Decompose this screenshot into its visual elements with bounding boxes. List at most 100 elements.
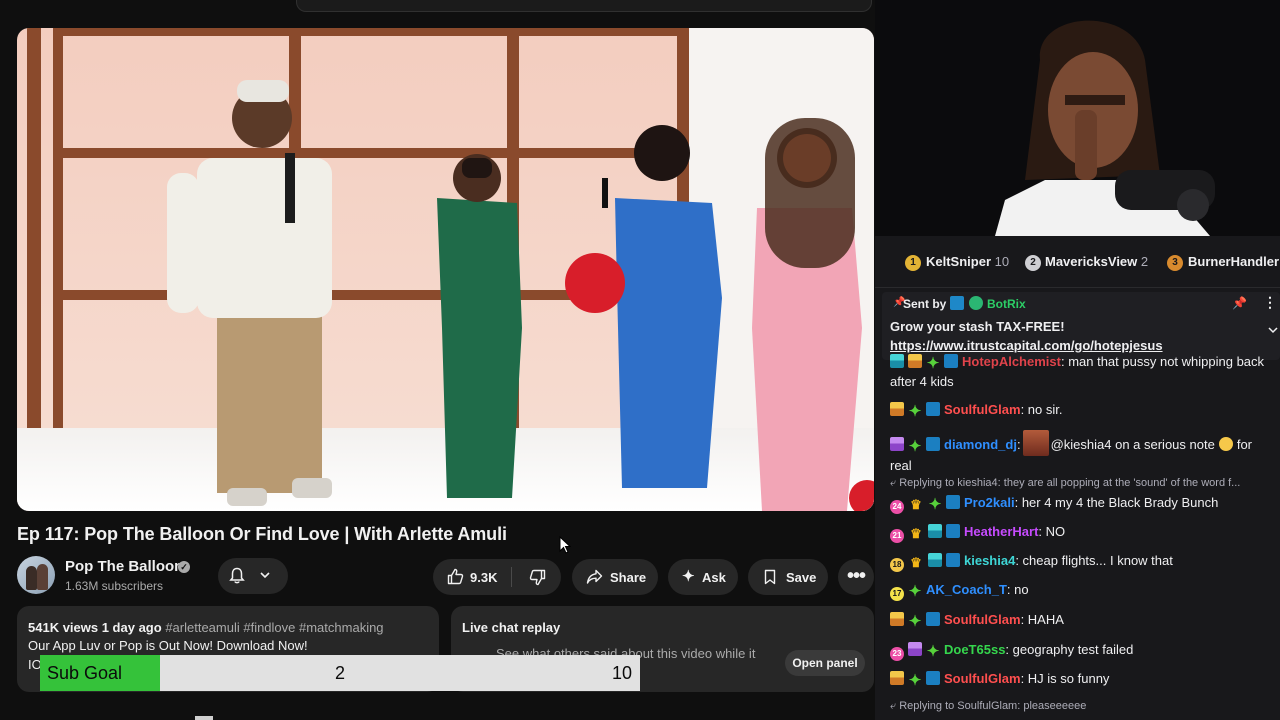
- share-button[interactable]: Share: [572, 559, 658, 595]
- open-panel-button[interactable]: Open panel: [785, 650, 865, 676]
- video-frame: [17, 28, 874, 511]
- more-vertical-icon[interactable]: ⋮: [1263, 294, 1277, 311]
- channel-name[interactable]: Pop The Balloon: [65, 558, 183, 575]
- moderator-badge-icon: [926, 612, 940, 626]
- thumbs-down-icon[interactable]: [529, 569, 546, 586]
- chat-text: : no sir.: [1020, 402, 1063, 417]
- chat-username[interactable]: Pro2kali: [964, 495, 1015, 510]
- rank-2-badge: 2: [1025, 255, 1041, 271]
- chat-text: : cheap flights... I know that: [1015, 553, 1173, 568]
- chat-username[interactable]: diamond_dj: [944, 437, 1017, 452]
- crown-badge-icon: ♛: [910, 497, 922, 512]
- leaderboard-entry[interactable]: BurnerHandler: [1188, 254, 1279, 269]
- thumbs-up-icon[interactable]: [447, 568, 464, 585]
- webcam-frame: [875, 0, 1280, 236]
- subscription-bell-button[interactable]: [218, 558, 288, 594]
- chat-username[interactable]: SoulfulGlam: [944, 402, 1021, 417]
- sparkle-badge-icon: ✦: [908, 438, 922, 455]
- chat-message-list[interactable]: ✦ HotepAlchemist: man that pussy not whip…: [875, 354, 1280, 720]
- leaderboard-entry[interactable]: KeltSniper 10: [926, 254, 1009, 269]
- top-bar: [0, 0, 875, 14]
- chat-username[interactable]: SoulfulGlam: [944, 671, 1021, 686]
- moderator-badge-icon: [926, 437, 940, 451]
- leaderboard-count: 10: [994, 254, 1010, 269]
- video-title: Ep 117: Pop The Balloon Or Find Love | W…: [17, 524, 507, 544]
- pinned-message-link[interactable]: https://www.itrustcapital.com/go/hotepje…: [890, 338, 1163, 353]
- chat-text: : HJ is so funny: [1020, 671, 1110, 686]
- pinned-author[interactable]: BotRix: [987, 297, 1026, 311]
- reply-context[interactable]: ⤶ Replying to SoulfulGlam: pleaseeeeee: [890, 700, 1086, 713]
- hashtags[interactable]: #arletteamuli #findlove #matchmaking: [165, 620, 383, 635]
- chat-username[interactable]: AK_Coach_T: [926, 582, 1007, 597]
- video-player[interactable]: [17, 28, 874, 511]
- sparkle-badge-icon: ✦: [926, 355, 940, 372]
- sub-gift-badge-icon: [890, 354, 904, 368]
- moderator-badge-icon: [950, 296, 964, 310]
- like-count[interactable]: 9.3K: [470, 570, 497, 585]
- sub-goal-target: 10: [611, 663, 632, 683]
- more-actions-button[interactable]: •••: [838, 559, 874, 595]
- chat-text: : geography test failed: [1005, 642, 1134, 657]
- stream-chat: 1 KeltSniper 10 2 MavericksView 2 3 Burn…: [875, 236, 1280, 720]
- verified-check-icon: ✓: [178, 561, 190, 573]
- leaderboard-name: MavericksView: [1045, 254, 1138, 269]
- unpin-icon[interactable]: 📌: [1232, 296, 1247, 310]
- verified-bot-badge-icon: [969, 296, 983, 310]
- reply-context[interactable]: ⤶ Replying to kieshia4: they are all pop…: [890, 477, 1240, 490]
- chat-text: : her 4 my 4 the Black Brady Bunch: [1014, 495, 1219, 510]
- reply-text: Replying to SoulfulGlam: pleaseeeeee: [899, 700, 1087, 712]
- chat-username[interactable]: HeatherHart: [964, 524, 1038, 539]
- chat-message: ✦ SoulfulGlam: no sir.: [890, 400, 1275, 420]
- sub-gift-badge-icon: [928, 524, 942, 538]
- chat-message: 23 ✦ DoeT65ss: geography test failed: [890, 640, 1275, 661]
- chat-message: 21 ♛ HeatherHart: NO: [890, 522, 1275, 543]
- chat-username[interactable]: SoulfulGlam: [944, 612, 1021, 627]
- face-emoji-icon: [1218, 437, 1233, 451]
- chat-username[interactable]: kieshia4: [964, 553, 1015, 568]
- pinned-message: 📌 Sent by BotRix Grow your stash TAX-FRE…: [882, 292, 1280, 360]
- chat-message: ✦ diamond_dj: @kieshia4 on a serious note f…: [890, 430, 1275, 476]
- divider: [511, 567, 512, 587]
- chat-message: ✦ SoulfulGlam: HJ is so funny: [890, 669, 1275, 689]
- share-label: Share: [610, 570, 647, 585]
- sparkle-badge-icon: ✦: [908, 672, 922, 689]
- chat-text: : no: [1006, 582, 1029, 597]
- chat-username[interactable]: HotepAlchemist: [962, 354, 1061, 369]
- sub-gift-badge-icon: [928, 553, 942, 567]
- chevron-down-icon: [260, 572, 270, 579]
- share-icon: [586, 569, 603, 584]
- description-line: Our App Luv or Pop is Out Now! Download …: [28, 638, 308, 653]
- chat-message: 17 ✦ AK_Coach_T: no: [890, 580, 1275, 601]
- pinned-sent-by-label: Sent by: [903, 297, 947, 311]
- sub-gift-badge-icon: [890, 437, 904, 451]
- chat-message: ✦ HotepAlchemist: man that pussy not whip…: [890, 352, 1275, 392]
- sparkle-badge-icon: ✦: [908, 613, 922, 630]
- chat-username[interactable]: DoeT65ss: [944, 642, 1005, 657]
- bookmark-icon: [764, 569, 776, 585]
- chat-message: 24 ♛ ✦ Pro2kali: her 4 my 4 the Black Brady…: [890, 493, 1275, 514]
- chevron-down-icon[interactable]: [1267, 324, 1279, 336]
- mouse-cursor-icon: [559, 536, 571, 554]
- subscriber-count: 1.63M subscribers: [65, 579, 164, 593]
- sparkle-icon: ✦: [682, 568, 695, 585]
- moderator-badge-icon: [926, 671, 940, 685]
- save-button[interactable]: Save: [748, 559, 828, 595]
- sub-months-badge: 24: [890, 500, 904, 514]
- sub-goal-overlay: Sub Goal 2 10: [40, 655, 640, 691]
- streamer-webcam: [875, 0, 1280, 236]
- chat-text: @kieshia4 on a serious note: [1050, 437, 1215, 452]
- leaderboard-entry[interactable]: MavericksView 2: [1045, 254, 1148, 269]
- search-bar[interactable]: [296, 0, 872, 12]
- pin-icon: 📌: [893, 297, 906, 308]
- channel-avatar[interactable]: [17, 556, 55, 594]
- sparkle-badge-icon: ✦: [908, 403, 922, 420]
- crown-badge-icon: ♛: [910, 555, 922, 570]
- sparkle-badge-icon: ✦: [908, 583, 922, 600]
- sub-goal-label: Sub Goal: [47, 663, 123, 683]
- sub-gift-badge-icon: [908, 354, 922, 368]
- chat-text: : NO: [1038, 524, 1066, 539]
- sparkle-badge-icon: ✦: [928, 496, 942, 513]
- like-dislike-group: 9.3K: [433, 559, 561, 595]
- sub-gift-badge-icon: [890, 402, 904, 416]
- ask-button[interactable]: ✦ Ask: [668, 559, 738, 595]
